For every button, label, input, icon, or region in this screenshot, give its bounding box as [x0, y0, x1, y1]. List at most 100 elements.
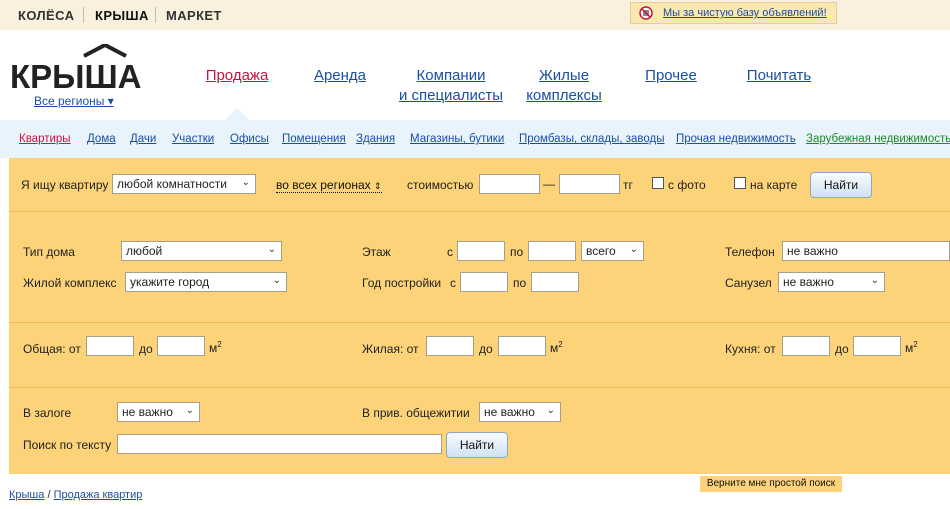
dorm-select-value: не важно [484, 405, 535, 419]
clean-base-link[interactable]: Мы за чистую базу объявлений! [663, 7, 827, 19]
year-label: Год постройки [362, 276, 442, 290]
unit-label: м2 [550, 340, 563, 355]
year-to-input[interactable] [531, 272, 579, 292]
chevron-down-icon: ⌄ [870, 275, 879, 286]
subnav-apartments[interactable]: Квартиры [19, 133, 71, 145]
search-form: Я ищу квартиру любой комнатности ⌄ во вс… [9, 158, 950, 474]
price-dash: — [543, 177, 555, 191]
kitchen-area-from-input[interactable] [782, 336, 830, 356]
house-type-select[interactable]: любой ⌄ [121, 241, 282, 261]
year-from-input[interactable] [460, 272, 508, 292]
unit-label: м2 [905, 340, 918, 355]
regions-link[interactable]: во всех регионах ⇕ [276, 178, 382, 193]
floor-label: Этаж [362, 245, 391, 259]
subnav-shops[interactable]: Магазины, бутики [410, 133, 504, 145]
total-area-from-input[interactable] [86, 336, 134, 356]
nav-sale[interactable]: Продажа [198, 66, 276, 86]
text-search-input[interactable] [117, 434, 442, 454]
brand-kolesa-link[interactable]: КОЛЁСА [18, 8, 74, 23]
divider [9, 211, 950, 212]
bathroom-select[interactable]: не важно ⌄ [778, 272, 885, 292]
price-label: стоимостью [407, 178, 474, 192]
breadcrumb: Крыша / Продажа квартир [9, 489, 142, 501]
total-area-to-input[interactable] [157, 336, 205, 356]
floor-total-select[interactable]: всего ⌄ [581, 241, 644, 261]
floor-from-input[interactable] [457, 241, 505, 261]
chevron-down-icon: ⌄ [267, 244, 276, 255]
nav-read[interactable]: Почитать [738, 66, 820, 86]
nav-residential-complexes[interactable]: Жилые комплексы [518, 66, 610, 106]
active-nav-pointer [225, 108, 249, 120]
nav-label: Почитать [746, 67, 812, 84]
nav-label: Продажа [205, 67, 269, 84]
subnav-industrial[interactable]: Промбазы, склады, заводы [519, 133, 665, 145]
kitchen-area-label: Кухня: от [725, 342, 776, 356]
subnav-dachas[interactable]: Дачи [130, 133, 156, 145]
pledge-select[interactable]: не важно ⌄ [117, 402, 200, 422]
subnav-buildings[interactable]: Здания [356, 133, 395, 145]
i-search-label: Я ищу квартиру [21, 178, 109, 192]
living-area-label: Жилая: от [362, 342, 419, 356]
house-type-label: Тип дома [23, 245, 75, 259]
pledge-select-value: не важно [122, 405, 173, 419]
nav-label: комплексы [526, 87, 602, 104]
top-bar: КОЛЁСА КРЫША МАРКЕТ Мы за чистую базу об… [0, 0, 950, 30]
subnav-foreign-realty[interactable]: Зарубежная недвижимость [806, 133, 950, 145]
bathroom-label: Санузел [725, 276, 772, 290]
text-search-label: Поиск по тексту [23, 438, 112, 452]
sort-arrows-icon: ⇕ [373, 181, 382, 191]
find-button[interactable]: Найти [810, 172, 872, 198]
breadcrumb-separator: / [47, 489, 51, 501]
nav-companies[interactable]: Компании и специалисты [395, 66, 507, 106]
rooms-select-value: любой комнатности [117, 177, 227, 191]
nav-rent[interactable]: Аренда [305, 66, 375, 86]
find-text-button[interactable]: Найти [446, 432, 508, 458]
price-from-input[interactable] [479, 174, 540, 194]
no-spam-icon [639, 6, 653, 20]
floor-from-label: с [447, 245, 453, 259]
living-area-from-input[interactable] [426, 336, 474, 356]
all-regions-dropdown[interactable]: Все регионы ▾ [34, 94, 114, 108]
on-map-label: на карте [750, 178, 798, 192]
brand-separator [83, 7, 84, 23]
nav-other[interactable]: Прочее [635, 66, 707, 86]
chevron-down-icon: ⌄ [629, 244, 638, 255]
krysha-logo[interactable]: КРЫША [10, 44, 152, 90]
living-area-to-label: до [479, 342, 493, 356]
price-to-input[interactable] [559, 174, 620, 194]
unit-label: м2 [209, 340, 222, 355]
dorm-select[interactable]: не важно ⌄ [479, 402, 561, 422]
rooms-select[interactable]: любой комнатности ⌄ [112, 174, 256, 194]
total-area-label: Общая: от [23, 342, 81, 356]
clean-base-banner[interactable]: Мы за чистую базу объявлений! [630, 2, 837, 24]
subnav-premises[interactable]: Помещения [282, 133, 346, 145]
brand-market-link[interactable]: МАРКЕТ [166, 8, 222, 23]
nav-label: Прочее [645, 67, 697, 84]
phone-label: Телефон [725, 245, 775, 259]
on-map-checkbox[interactable] [734, 177, 746, 189]
dorm-label: В прив. общежитии [362, 406, 470, 420]
brand-krysha-link[interactable]: КРЫША [95, 8, 149, 23]
complex-label: Жилой комплекс [23, 276, 117, 290]
simple-search-link[interactable]: Верните мне простой поиск [700, 476, 842, 492]
kitchen-area-to-input[interactable] [853, 336, 901, 356]
currency-label: тг [623, 178, 633, 192]
chevron-down-icon: ⌄ [185, 405, 194, 416]
divider [9, 322, 950, 323]
floor-to-input[interactable] [528, 241, 576, 261]
complex-select[interactable]: укажите город ⌄ [125, 272, 287, 292]
breadcrumb-home-link[interactable]: Крыша [9, 489, 44, 501]
subnav-other-realty[interactable]: Прочая недвижимость [676, 133, 796, 145]
breadcrumb-current-link[interactable]: Продажа квартир [54, 489, 143, 501]
chevron-down-icon: ⌄ [272, 275, 281, 286]
year-from-label: с [450, 276, 456, 290]
phone-select[interactable]: не важно [782, 241, 950, 261]
subnav-plots[interactable]: Участки [172, 133, 214, 145]
subnav-offices[interactable]: Офисы [230, 133, 269, 145]
living-area-to-input[interactable] [498, 336, 546, 356]
chevron-down-icon: ⌄ [546, 405, 555, 416]
phone-select-value: не важно [787, 244, 838, 258]
floor-total-value: всего [586, 244, 616, 258]
subnav-houses[interactable]: Дома [87, 133, 116, 145]
with-photo-checkbox[interactable] [652, 177, 664, 189]
